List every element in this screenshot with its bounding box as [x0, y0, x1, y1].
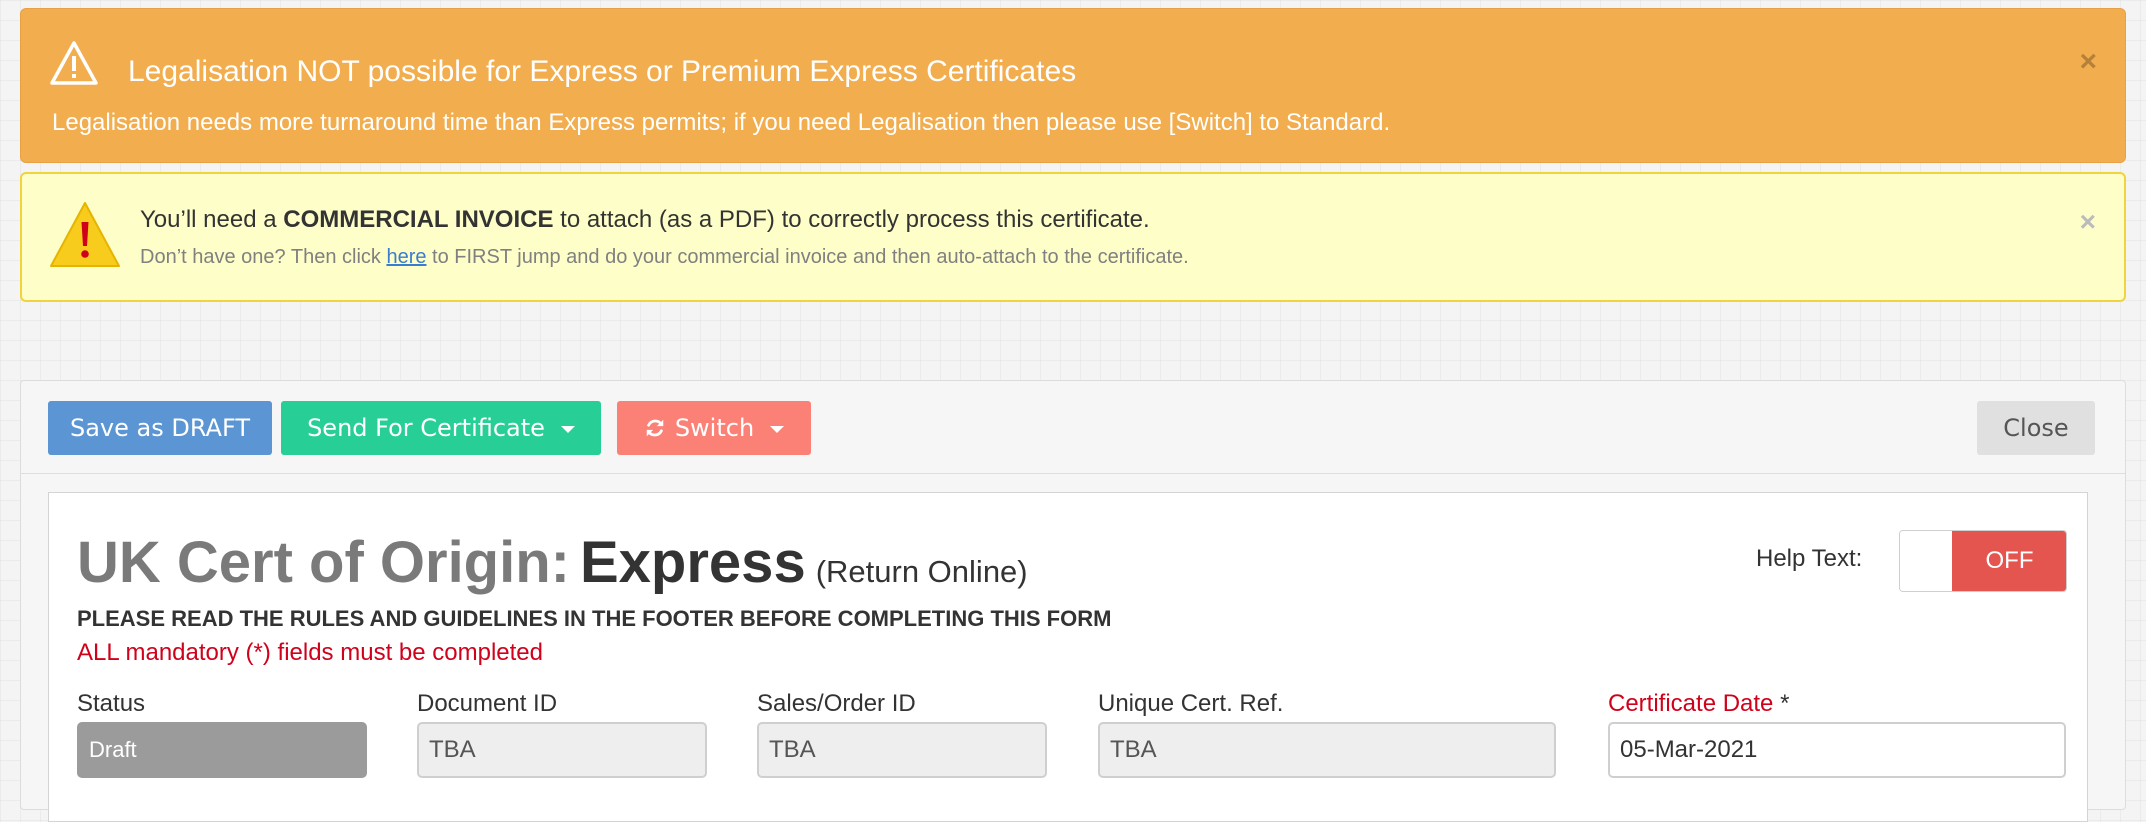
commercial-invoice-alert: You’ll need a COMMERCIAL INVOICE to atta…: [20, 172, 2126, 302]
document-id-field[interactable]: [417, 722, 707, 778]
toggle-knob: [1900, 531, 1952, 591]
title-main: Express: [579, 530, 806, 595]
toolbar: Save as DRAFT Send For Certificate Switc…: [21, 381, 2125, 474]
switch-label: Switch: [674, 414, 755, 442]
certificate-form: UK Cert of Origin: Express (Return Online)…: [48, 492, 2088, 822]
help-text-label: Help Text:: [1756, 545, 1863, 572]
document-id-label: Document ID: [417, 690, 558, 717]
commercial-invoice-emphasis: COMMERCIAL INVOICE: [283, 206, 554, 233]
certificate-panel: Save as DRAFT Send For Certificate Switc…: [20, 380, 2126, 822]
toggle-state: OFF: [1952, 531, 2066, 591]
legalisation-alert: Legalisation NOT possible for Express or…: [20, 8, 2126, 163]
rules-notice: PLEASE READ THE RULES AND GUIDELINES IN …: [77, 606, 1112, 631]
unique-cert-ref-field[interactable]: [1098, 722, 1556, 778]
chevron-down-icon: [770, 426, 785, 433]
required-mark: *: [1780, 690, 1790, 717]
certificate-date-label: Certificate Date *: [1608, 690, 1790, 717]
warning-triangle-icon: [50, 41, 98, 85]
close-button[interactable]: Close: [1977, 401, 2095, 455]
commercial-invoice-alert-hint: Don’t have one? Then click here to FIRST…: [140, 246, 1189, 268]
legalisation-alert-title: Legalisation NOT possible for Express or…: [128, 55, 1077, 88]
switch-button[interactable]: Switch: [617, 401, 811, 455]
commercial-invoice-here-link[interactable]: here: [386, 246, 426, 268]
save-draft-button[interactable]: Save as DRAFT: [48, 401, 272, 455]
exclamation-triangle-icon: [50, 202, 120, 267]
certificate-date-field[interactable]: [1608, 722, 2066, 778]
title-prefix: UK Cert of Origin:: [77, 530, 570, 595]
chevron-down-icon: [560, 426, 575, 433]
help-text-toggle[interactable]: OFF: [1899, 530, 2067, 592]
refresh-icon: [646, 419, 664, 437]
sales-order-id-field[interactable]: [757, 722, 1047, 778]
commercial-invoice-alert-close-icon[interactable]: ×: [2080, 208, 2096, 236]
close-label: Close: [2003, 414, 2069, 442]
status-field[interactable]: [77, 722, 367, 778]
sales-order-id-label: Sales/Order ID: [757, 690, 916, 717]
mandatory-notice: ALL mandatory (*) fields must be complet…: [77, 639, 543, 666]
send-for-certificate-button[interactable]: Send For Certificate: [281, 401, 601, 455]
commercial-invoice-alert-message: You’ll need a COMMERCIAL INVOICE to atta…: [140, 206, 1150, 233]
page-title: UK Cert of Origin: Express (Return Online): [77, 529, 1028, 596]
legalisation-alert-close-icon[interactable]: ×: [2079, 47, 2097, 77]
unique-cert-ref-label: Unique Cert. Ref.: [1098, 690, 1284, 717]
legalisation-alert-body: Legalisation needs more turnaround time …: [52, 109, 1391, 136]
send-for-certificate-label: Send For Certificate: [307, 414, 545, 442]
status-label: Status: [77, 690, 146, 717]
title-suffix: (Return Online): [815, 554, 1028, 589]
save-draft-label: Save as DRAFT: [69, 414, 251, 442]
